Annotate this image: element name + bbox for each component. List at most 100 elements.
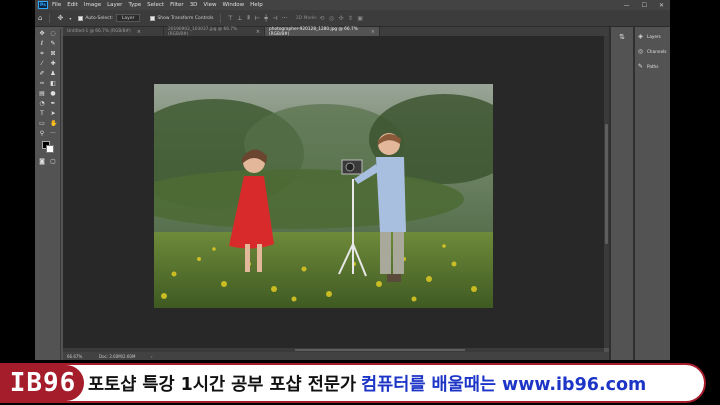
- quick-mask-icon[interactable]: ◙: [39, 159, 45, 165]
- healing-brush-tool-icon[interactable]: ✚: [50, 61, 56, 67]
- subtitle-banner: IB96 포토샵 특강 1시간 공부 포샵 전문가 컴퓨터를 배울때는 www.…: [0, 363, 706, 403]
- panel-label: Channels: [647, 48, 667, 54]
- background-color-swatch[interactable]: [46, 145, 54, 153]
- panel-layers[interactable]: ◈ Layers: [635, 30, 670, 42]
- panel-label: Layers: [647, 33, 661, 39]
- align-bottom-icon[interactable]: ⫫: [247, 14, 250, 22]
- drag-3d-icon[interactable]: ✣: [339, 15, 344, 22]
- more-tools-icon[interactable]: ···: [50, 131, 56, 137]
- document-image[interactable]: [154, 84, 493, 308]
- tab-label: 20190902_103037.jpg @ 66.7% (RGB/8#): [168, 26, 238, 37]
- color-swatches: [35, 141, 60, 157]
- history-icon[interactable]: ⇅: [611, 33, 633, 41]
- align-top-icon[interactable]: ⊤: [228, 15, 233, 22]
- chevron-right-icon[interactable]: ›: [151, 354, 153, 359]
- menu-3d[interactable]: 3D: [190, 2, 198, 8]
- align-middle-icon[interactable]: ⊥: [237, 15, 242, 22]
- tab-20190902[interactable]: 20190902_103037.jpg @ 66.7% (RGB/8#) ×: [164, 26, 265, 37]
- blur-tool-icon[interactable]: ●: [50, 91, 56, 97]
- lasso-tool-icon[interactable]: ℓ: [39, 41, 45, 47]
- options-bar: ⌂ ✥ ▾ Auto-Select: Layer Show Transform …: [35, 10, 670, 27]
- panel-channels[interactable]: ◎ Channels: [635, 45, 670, 57]
- dodge-tool-icon[interactable]: ◔: [39, 101, 45, 107]
- auto-select-dropdown[interactable]: Layer: [115, 14, 141, 22]
- menu-bar: Ps File Edit Image Layer Type Select Fil…: [35, 0, 670, 10]
- tab-label: Untitled-1 @ 66.7% (RGB/8#): [67, 29, 131, 34]
- tab-photographer[interactable]: photographer-920128_1280.jpg @ 66.7% (RG…: [265, 26, 380, 37]
- mode-3d-label: 3D Mode:: [295, 15, 318, 21]
- maximize-icon[interactable]: ☐: [642, 2, 647, 9]
- tools-panel: ✥ ◌ ℓ ✎ ⌗ ⊠ ⁄ ✚ ✐ ♟ ✑ ◧ ▤ ● ◔ ✒ T ➤ ▭ ✋ ⚲ ··· ◙ ▢: [35, 29, 61, 360]
- history-brush-tool-icon[interactable]: ✑: [39, 81, 45, 87]
- panel-dock: ◈ Layers ◎ Channels ✎ Paths: [635, 27, 670, 360]
- path-select-tool-icon[interactable]: ➤: [50, 111, 56, 117]
- auto-select-label: Auto-Select:: [85, 15, 113, 21]
- stamp-tool-icon[interactable]: ♟: [50, 71, 56, 77]
- menu-edit[interactable]: Edit: [67, 2, 78, 8]
- pen-tool-icon[interactable]: ✒: [50, 101, 56, 107]
- tab-untitled-1[interactable]: Untitled-1 @ 66.7% (RGB/8#) ×: [63, 27, 164, 36]
- more-options-icon[interactable]: ···: [282, 15, 288, 22]
- menu-type[interactable]: Type: [128, 2, 141, 8]
- transform-controls-label: Show Transform Controls: [157, 15, 214, 21]
- auto-select-checkbox[interactable]: [78, 15, 84, 21]
- type-tool-icon[interactable]: T: [39, 111, 45, 117]
- home-icon[interactable]: ⌂: [38, 14, 42, 22]
- divider: [220, 13, 222, 23]
- scrollbar-thumb[interactable]: [605, 124, 608, 244]
- quick-select-tool-icon[interactable]: ✎: [50, 41, 56, 47]
- shape-tool-icon[interactable]: ▭: [39, 121, 45, 127]
- channels-icon: ◎: [637, 47, 644, 55]
- scrollbar-thumb[interactable]: [295, 349, 465, 351]
- menu-help[interactable]: Help: [250, 2, 263, 8]
- close-icon[interactable]: ✕: [659, 2, 664, 9]
- marquee-tool-icon[interactable]: ◌: [50, 31, 56, 37]
- close-icon[interactable]: ×: [137, 29, 141, 35]
- document-size: Doc: 2.60M/2.60M: [99, 353, 136, 359]
- eraser-tool-icon[interactable]: ◧: [50, 81, 56, 87]
- menu-filter[interactable]: Filter: [170, 2, 184, 8]
- transform-controls-checkbox[interactable]: [150, 15, 156, 21]
- divider: [49, 13, 51, 23]
- canvas-area[interactable]: [63, 36, 604, 348]
- eyedropper-tool-icon[interactable]: ⁄: [39, 61, 45, 67]
- align-left-icon[interactable]: ⊢: [255, 15, 260, 22]
- close-icon[interactable]: ×: [371, 29, 375, 35]
- tab-label: photographer-920128_1280.jpg @ 66.7% (RG…: [269, 26, 358, 37]
- scale-3d-icon[interactable]: ▣: [357, 15, 363, 22]
- menu-layer[interactable]: Layer: [107, 2, 122, 8]
- menu-file[interactable]: File: [52, 2, 61, 8]
- move-tool-icon[interactable]: ✥: [57, 14, 63, 22]
- move-tool-icon[interactable]: ✥: [39, 31, 45, 37]
- hand-tool-icon[interactable]: ✋: [50, 121, 57, 127]
- crop-tool-icon[interactable]: ⌗: [39, 51, 45, 57]
- gradient-tool-icon[interactable]: ▤: [39, 91, 45, 97]
- orbit-3d-icon[interactable]: ⟲: [319, 15, 324, 22]
- document-tab-bar: Untitled-1 @ 66.7% (RGB/8#) × 20190902_1…: [63, 26, 609, 37]
- photoshop-logo-icon: Ps: [38, 1, 48, 9]
- roll-3d-icon[interactable]: ◎: [329, 15, 334, 22]
- brush-tool-icon[interactable]: ✐: [39, 71, 45, 77]
- frame-tool-icon[interactable]: ⊠: [50, 51, 56, 57]
- photo-children-with-camera: [154, 84, 493, 308]
- zoom-tool-icon[interactable]: ⚲: [39, 131, 45, 137]
- collapsed-panel-dock: ⇅: [611, 27, 633, 360]
- slide-3d-icon[interactable]: ⇕: [348, 15, 353, 22]
- caption: 포토샵 특강 1시간 공부 포샵 전문가 컴퓨터를 배울때는 www.ib96.…: [88, 365, 646, 401]
- chevron-down-icon[interactable]: ▾: [69, 16, 71, 21]
- caption-black-text: 포토샵 특강 1시간 공부 포샵 전문가: [88, 374, 357, 395]
- menu-window[interactable]: Window: [222, 2, 244, 8]
- close-icon[interactable]: ×: [256, 29, 260, 35]
- panel-paths[interactable]: ✎ Paths: [635, 60, 670, 72]
- menu-image[interactable]: Image: [84, 2, 101, 8]
- minimize-icon[interactable]: —: [624, 2, 630, 9]
- paths-icon: ✎: [637, 62, 644, 70]
- window-controls: — ☐ ✕: [624, 0, 664, 10]
- menu-view[interactable]: View: [203, 2, 216, 8]
- zoom-level[interactable]: 66.67%: [67, 354, 99, 359]
- align-right-icon[interactable]: ⊣: [272, 15, 277, 22]
- align-center-icon[interactable]: ╪: [264, 15, 268, 22]
- layers-icon: ◈: [638, 32, 643, 40]
- screen-mode-icon[interactable]: ▢: [50, 159, 56, 165]
- menu-select[interactable]: Select: [147, 2, 164, 8]
